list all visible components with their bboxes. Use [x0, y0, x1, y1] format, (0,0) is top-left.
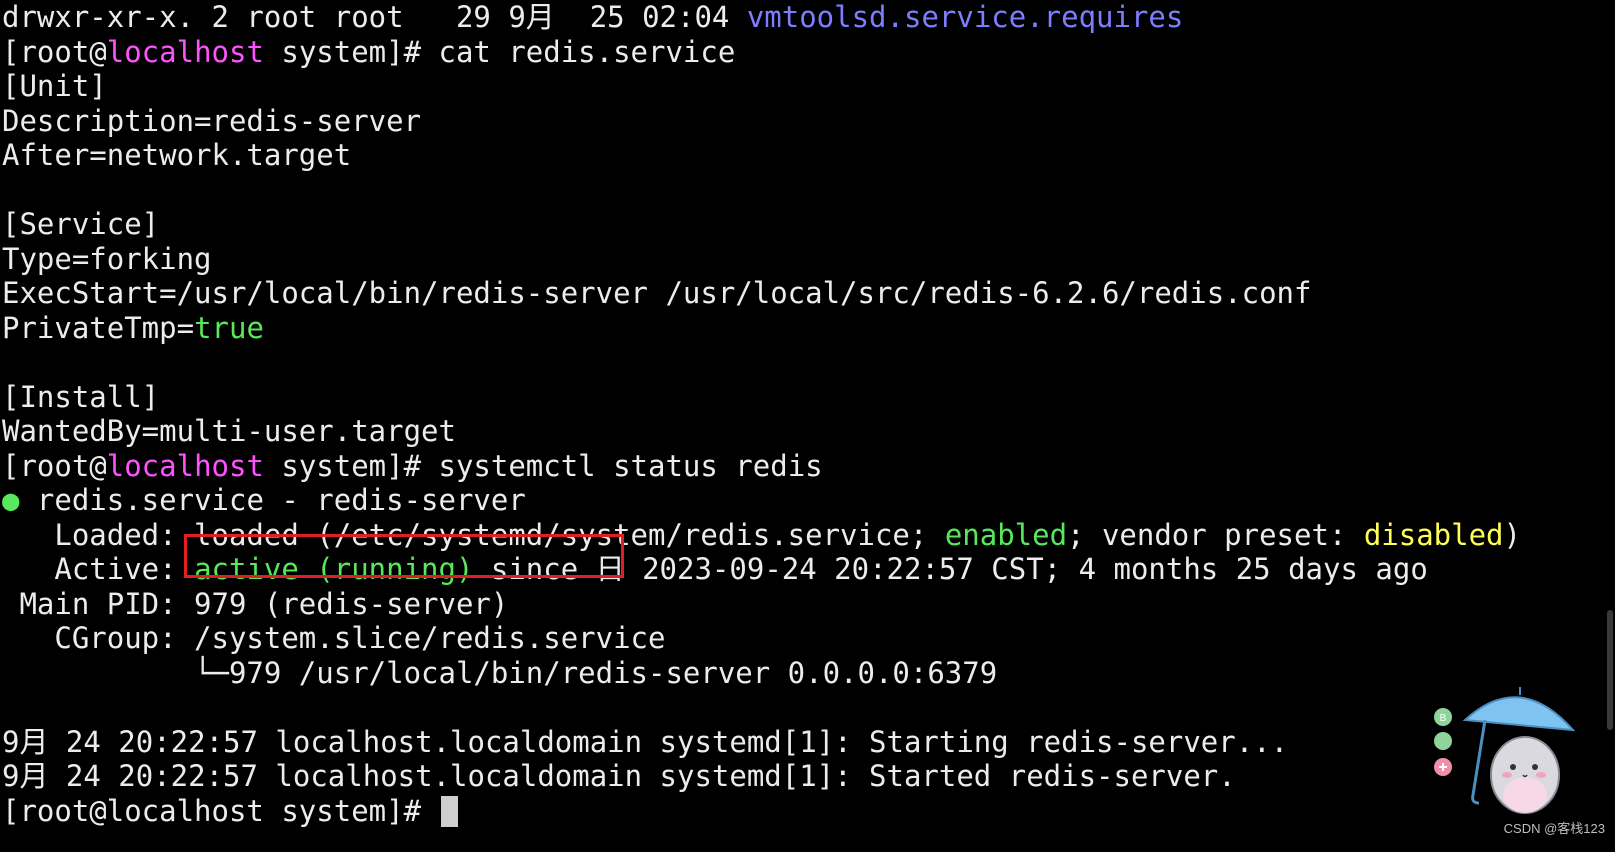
terminal-text: 9月 24 20:22:57 localhost.localdomain sys… — [2, 759, 1236, 793]
terminal-text: CGroup: /system.slice/redis.service — [2, 621, 666, 655]
terminal-text: true — [194, 310, 264, 345]
terminal-text: [root@ — [2, 34, 107, 69]
csdn-watermark: CSDN @客栈123 — [1503, 820, 1605, 836]
terminal-line: PrivateTmp=true — [0, 311, 1615, 346]
terminal-text: redis.service - redis-server — [19, 483, 526, 517]
terminal-line: [Unit] — [0, 69, 1615, 104]
terminal-text: [Unit] — [2, 69, 107, 103]
terminal-text: disabled — [1363, 517, 1504, 552]
terminal-line: Loaded: loaded (/etc/systemd/system/redi… — [0, 518, 1615, 553]
terminal-text: Type=forking — [2, 241, 212, 276]
terminal-line: [Service] — [0, 207, 1615, 242]
terminal-line: [Install] — [0, 380, 1615, 415]
svg-text:B: B — [1440, 713, 1447, 724]
terminal-line: [root@localhost system]# cat redis.servi… — [0, 35, 1615, 70]
terminal-line: 9月 24 20:22:57 localhost.localdomain sys… — [0, 759, 1615, 794]
terminal-text: └─979 /usr/local/bin/redis-server 0.0.0.… — [2, 655, 998, 690]
terminal-text: [root@localhost system]# — [2, 793, 439, 828]
terminal-text: system]# systemctl status redis — [263, 448, 823, 483]
terminal-text: since 日 2023-09-24 20:22:57 CST; 4 month… — [473, 552, 1428, 586]
terminal-line: [root@localhost system]# systemctl statu… — [0, 449, 1615, 484]
terminal-text: drwxr-xr-x. 2 root root 29 9月 25 02:04 — [2, 0, 747, 34]
terminal-text: ) — [1503, 517, 1521, 552]
terminal-text: system]# cat redis.service — [263, 34, 736, 69]
terminal-text: Active: — [2, 552, 195, 586]
terminal-text: PrivateTmp= — [2, 310, 195, 345]
scrollbar-thumb[interactable] — [1607, 610, 1613, 730]
terminal-text: [Service] — [2, 207, 160, 241]
terminal-text: localhost — [106, 448, 264, 483]
terminal-text: ● — [2, 483, 20, 517]
terminal-text: 9月 24 20:22:57 localhost.localdomain sys… — [2, 724, 1289, 759]
terminal-line: Type=forking — [0, 242, 1615, 277]
terminal-line: ● redis.service - redis-server — [0, 483, 1615, 518]
terminal-line: ExecStart=/usr/local/bin/redis-server /u… — [0, 276, 1615, 311]
terminal-text: vmtoolsd.service.requires — [746, 0, 1184, 34]
terminal-text: Description=redis-server — [2, 103, 422, 138]
terminal-line: Active: active (running) since 日 2023-09… — [0, 552, 1615, 587]
hamster-umbrella-sticker-icon: B — [1434, 687, 1575, 814]
scrollbar[interactable] — [1603, 0, 1615, 852]
terminal-line: Description=redis-server — [0, 104, 1615, 139]
terminal-text: Main PID: 979 (redis-server) — [2, 586, 509, 621]
terminal-text: enabled — [944, 517, 1068, 552]
terminal-text: [Install] — [2, 379, 160, 414]
terminal-line: drwxr-xr-x. 2 root root 29 9月 25 02:04 v… — [0, 0, 1615, 35]
terminal-text: ExecStart=/usr/local/bin/redis-server /u… — [2, 276, 1312, 310]
terminal-text: Loaded: loaded (/etc/systemd/system/redi… — [2, 517, 945, 552]
terminal-line: └─979 /usr/local/bin/redis-server 0.0.0.… — [0, 656, 1615, 691]
terminal-output: drwxr-xr-x. 2 root root 29 9月 25 02:04 v… — [0, 0, 1615, 828]
terminal-line: WantedBy=multi-user.target — [0, 414, 1615, 449]
terminal-line: After=network.target — [0, 138, 1615, 173]
terminal-line: [root@localhost system]# — [0, 794, 1615, 829]
terminal-text: ; vendor preset: — [1067, 517, 1364, 552]
terminal-line: 9月 24 20:22:57 localhost.localdomain sys… — [0, 725, 1615, 760]
terminal-line: Main PID: 979 (redis-server) — [0, 587, 1615, 622]
terminal-text: WantedBy=multi-user.target — [2, 414, 456, 448]
terminal-text: active (running) — [194, 552, 474, 586]
terminal-cursor[interactable] — [440, 795, 458, 827]
terminal-line: CGroup: /system.slice/redis.service — [0, 621, 1615, 656]
terminal-text: After=network.target — [2, 138, 352, 172]
terminal-text: [root@ — [2, 448, 107, 483]
terminal-window[interactable]: drwxr-xr-x. 2 root root 29 9月 25 02:04 v… — [0, 0, 1615, 852]
terminal-text: localhost — [106, 34, 264, 69]
